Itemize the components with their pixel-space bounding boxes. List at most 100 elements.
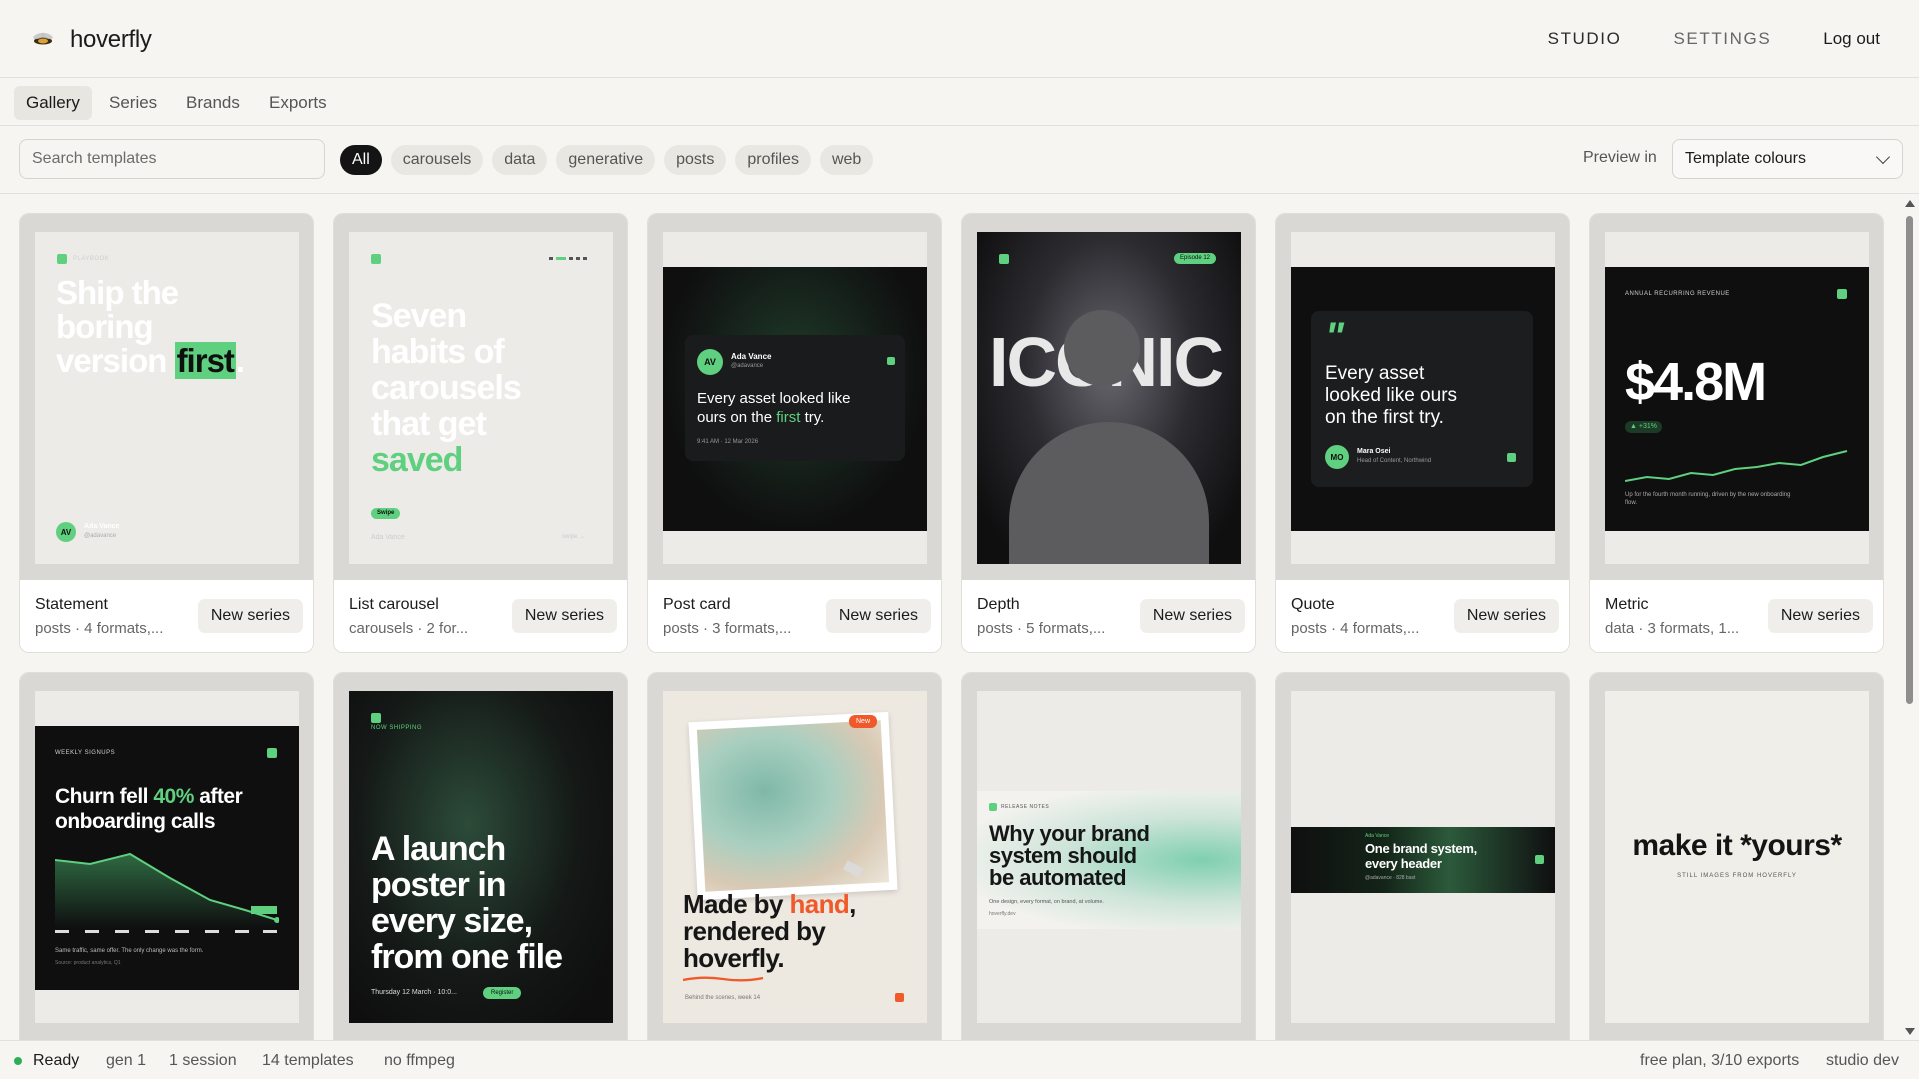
logout-button[interactable]: Log out — [1823, 29, 1880, 49]
headline-accent: first — [174, 342, 236, 379]
new-series-button[interactable]: New series — [1453, 599, 1559, 633]
tab-exports[interactable]: Exports — [257, 86, 339, 120]
tab-gallery[interactable]: Gallery — [14, 86, 92, 120]
headline-line: version — [56, 342, 167, 379]
new-series-button[interactable]: New series — [1767, 599, 1873, 633]
card-thumbnail: Ada Vance One brand system, every header… — [1276, 673, 1569, 1040]
post-time: 9:41 AM · 12 Mar 2026 — [697, 439, 759, 445]
grid-scrollbar[interactable] — [1904, 198, 1915, 1038]
thumb-kicker: NOW SHIPPING — [371, 725, 423, 731]
thumb-author: Ada Vance — [731, 352, 772, 361]
brand-mark — [887, 357, 895, 365]
list-carousel-preview: Seven habits of carousels that get saved… — [349, 232, 613, 564]
thumb-author: Ada Vance — [84, 523, 120, 530]
tab-series[interactable]: Series — [97, 86, 169, 120]
card-meta: Statement posts · 4 formats,... New seri… — [20, 580, 313, 652]
template-card[interactable]: AV Ada Vance @adavance Every asset looke… — [647, 213, 942, 653]
hand-caption: Behind the scenes, week 14 — [685, 995, 761, 1001]
logo[interactable]: hoverfly — [30, 26, 152, 54]
thumb-headline: Why your brand system should be automate… — [989, 823, 1150, 889]
template-name: List carousel — [349, 596, 439, 613]
card-thumbnail: Episode 12 ICONIC — [962, 214, 1255, 580]
filter-chip-profiles[interactable]: profiles — [735, 145, 811, 175]
filter-chip-web[interactable]: web — [819, 145, 874, 175]
post-text-line: Every asset looked like — [697, 390, 851, 407]
filter-chip-posts[interactable]: posts — [664, 145, 727, 175]
blog-canvas: RELEASE NOTES Why your brand system shou… — [977, 791, 1241, 929]
filter-chip-carousels[interactable]: carousels — [390, 145, 484, 175]
template-desc: data · 3 formats, 1... — [1605, 620, 1740, 637]
quote-line: on the first try. — [1325, 407, 1444, 428]
headline-line: every header — [1365, 856, 1442, 871]
top-bar: hoverfly STUDIO SETTINGS Log out — [0, 0, 1919, 78]
card-thumbnail: " Every asset looked like ours on the fi… — [1276, 214, 1569, 580]
quote-canvas: " Every asset looked like ours on the fi… — [1291, 267, 1555, 531]
post-text-line: try. — [804, 409, 825, 426]
thumb-headline: Seven habits of carousels that get saved — [371, 298, 522, 479]
card-thumbnail: PLAYBOOK Ship the boring version first. … — [20, 214, 313, 580]
nav-settings[interactable]: SETTINGS — [1673, 29, 1771, 49]
preview-select[interactable]: Template colours — [1672, 139, 1903, 179]
brand-mark — [1837, 289, 1847, 299]
search-input[interactable] — [19, 139, 325, 179]
scrollbar-thumb[interactable] — [1906, 216, 1913, 704]
nav-studio[interactable]: STUDIO — [1548, 29, 1622, 49]
template-name: Metric — [1605, 596, 1649, 613]
headline-accent: 40% — [153, 785, 194, 808]
new-series-button[interactable]: New series — [825, 599, 931, 633]
filter-chip-all[interactable]: All — [340, 145, 382, 175]
launch-date: Thursday 12 March · 10:0... — [371, 989, 457, 996]
preview-label: Preview in — [1583, 149, 1657, 166]
avatar: MO — [1325, 445, 1349, 469]
headline-line: boring — [56, 308, 154, 345]
post-text-line: ours on the — [697, 409, 773, 426]
template-card[interactable]: " Every asset looked like ours on the fi… — [1275, 213, 1570, 653]
status-state: Ready — [33, 1052, 80, 1069]
new-series-button[interactable]: New series — [197, 599, 303, 633]
template-card[interactable]: RELEASE NOTES Why your brand system shou… — [961, 672, 1256, 1040]
headline-end: . — [235, 342, 245, 379]
thumb-headline: Churn fell 40% after onboarding calls — [55, 784, 243, 834]
headline-accent: saved — [371, 441, 463, 479]
template-desc: posts · 4 formats,... — [35, 620, 164, 637]
new-series-button[interactable]: New series — [1139, 599, 1245, 633]
template-card[interactable]: ANNUAL RECURRING REVENUE $4.8M ▲ +31% Up… — [1589, 213, 1884, 653]
headline-line: Made by — [683, 889, 783, 919]
card-meta: Quote posts · 4 formats,... New series — [1276, 580, 1569, 652]
brand-mark — [57, 254, 67, 264]
headline-line: Ship the — [56, 274, 179, 311]
scroll-down-icon[interactable] — [1905, 1028, 1915, 1035]
chevron-down-icon — [1875, 149, 1891, 165]
thumb-author: Ada Vance — [1365, 833, 1390, 839]
template-desc: posts · 5 formats,... — [977, 620, 1106, 637]
card-thumbnail: WEEKLY SIGNUPS Churn fell 40% after onbo… — [20, 673, 313, 1040]
filter-chip-generative[interactable]: generative — [556, 145, 656, 175]
template-card[interactable]: PLAYBOOK Ship the boring version first. … — [19, 213, 314, 653]
headline-line: hoverfly. — [683, 943, 785, 973]
thumb-author: Mara Osei — [1357, 448, 1391, 455]
quote-box: " Every asset looked like ours on the fi… — [1311, 311, 1533, 487]
headline-line: rendered by — [683, 916, 826, 946]
template-card[interactable]: make it *yours* STILL IMAGES FROM HOVERF… — [1589, 672, 1884, 1040]
template-card[interactable]: New Made by hand, rendered by hoverfly. … — [647, 672, 942, 1040]
template-card[interactable]: NOW SHIPPING A launch poster in every si… — [333, 672, 628, 1040]
new-series-button[interactable]: New series — [511, 599, 617, 633]
thumb-swipe: swipe → — [562, 534, 586, 540]
post-card-canvas: AV Ada Vance @adavance Every asset looke… — [663, 267, 927, 531]
headline-line: Churn fell — [55, 785, 149, 808]
scroll-up-icon[interactable] — [1905, 200, 1915, 207]
churn-source: Source: product analytics, Q1 — [55, 960, 121, 966]
swipe-pill: Swipe — [371, 508, 401, 519]
headline-line: that get — [371, 405, 487, 443]
template-card[interactable]: Ada Vance One brand system, every header… — [1275, 672, 1570, 1040]
thumb-kicker: ANNUAL RECURRING REVENUE — [1625, 291, 1730, 297]
template-card[interactable]: Seven habits of carousels that get saved… — [333, 213, 628, 653]
quote-preview: " Every asset looked like ours on the fi… — [1291, 232, 1555, 564]
template-card[interactable]: WEEKLY SIGNUPS Churn fell 40% after onbo… — [19, 672, 314, 1040]
card-thumbnail: New Made by hand, rendered by hoverfly. … — [648, 673, 941, 1040]
tab-brands[interactable]: Brands — [174, 86, 252, 120]
headline-line: after — [199, 785, 243, 808]
churn-preview: WEEKLY SIGNUPS Churn fell 40% after onbo… — [35, 691, 299, 1023]
template-card[interactable]: Episode 12 ICONIC Depth posts · 5 format… — [961, 213, 1256, 653]
filter-chip-data[interactable]: data — [492, 145, 548, 175]
